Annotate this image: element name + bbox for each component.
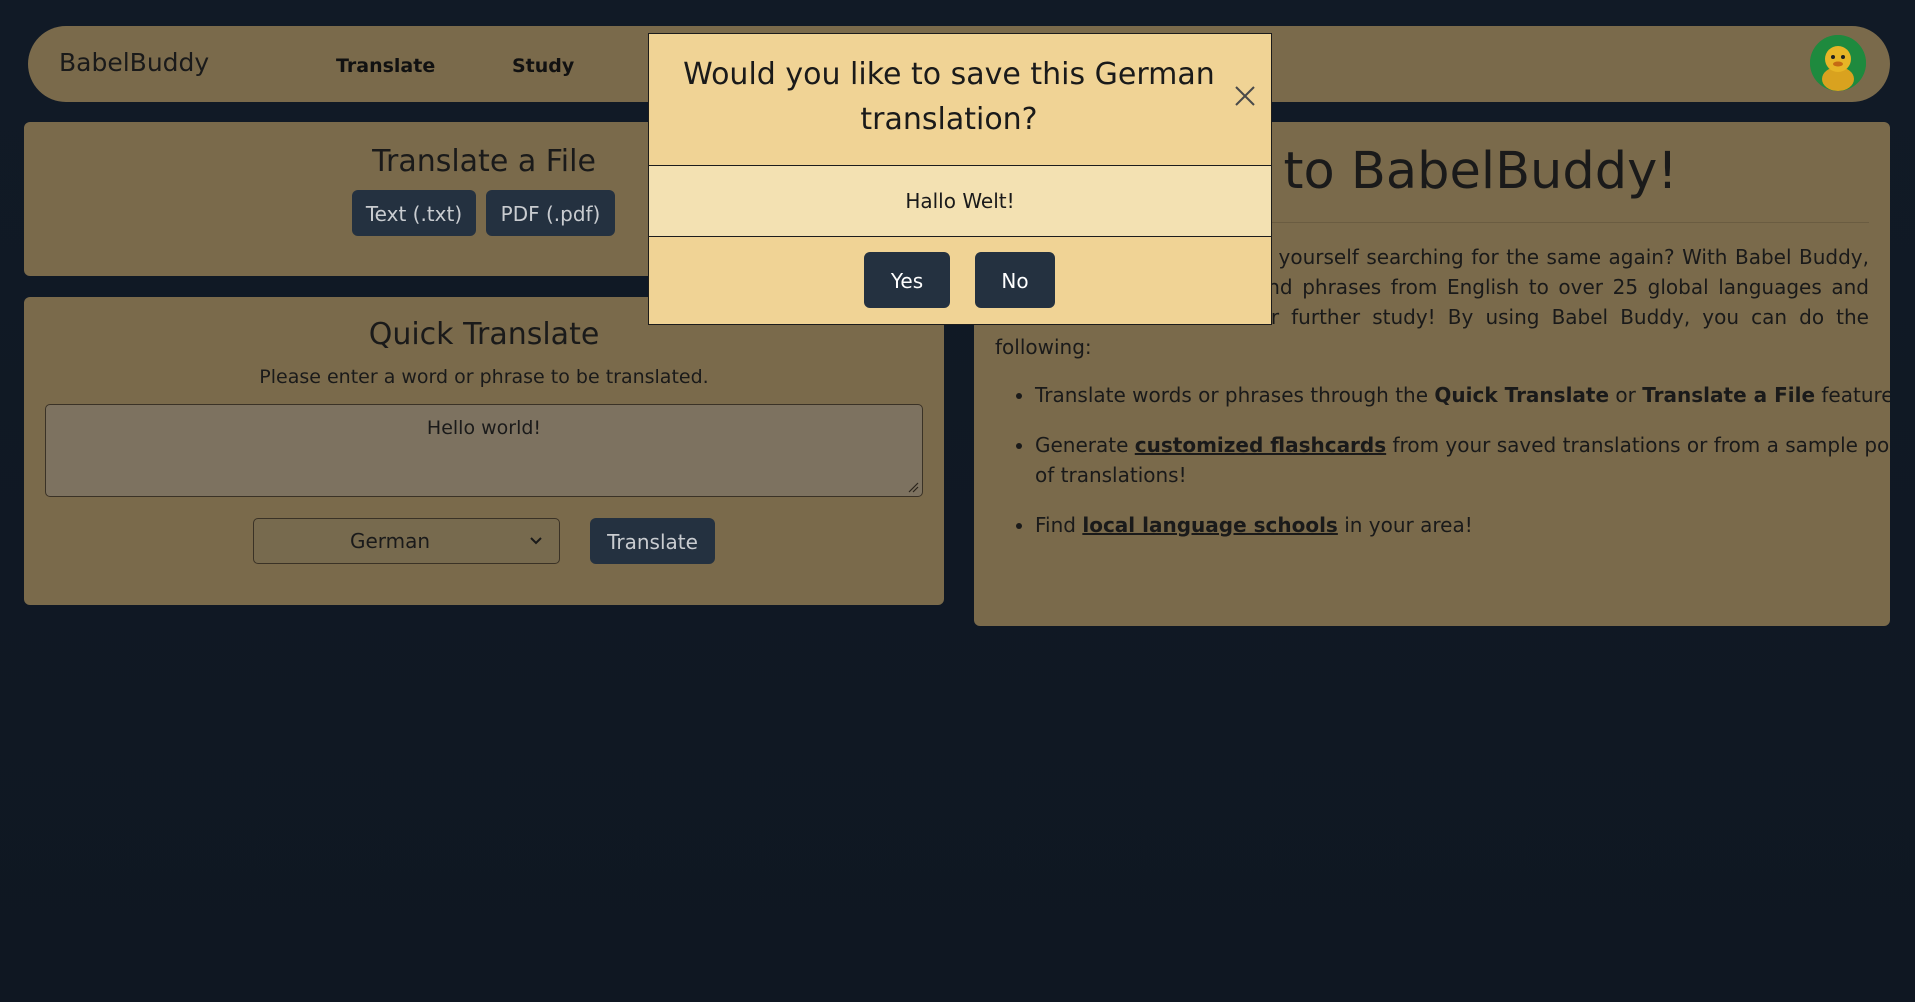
close-icon[interactable] [1233, 84, 1257, 108]
modal-title: Would you like to save this German trans… [683, 57, 1215, 137]
modal-header: Would you like to save this German trans… [649, 34, 1271, 166]
modal-translation-text: Hallo Welt! [649, 166, 1271, 237]
modal-overlay: Would you like to save this German trans… [0, 0, 1915, 1002]
save-translation-modal: Would you like to save this German trans… [648, 33, 1272, 325]
no-button[interactable]: No [975, 252, 1055, 308]
yes-button[interactable]: Yes [864, 252, 950, 308]
